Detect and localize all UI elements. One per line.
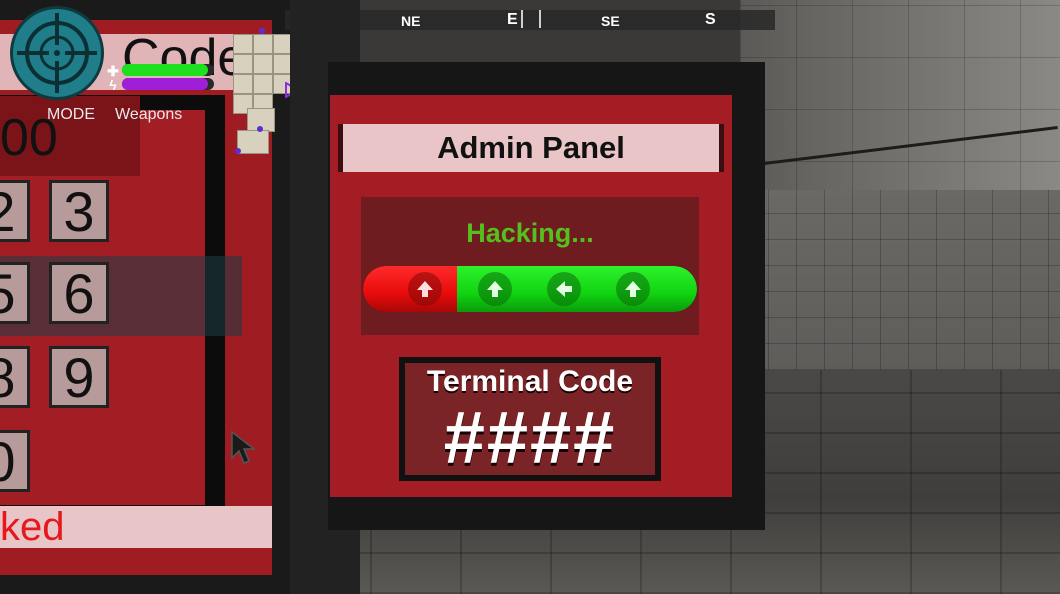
minimap-marker — [257, 126, 263, 132]
keypad-status-text: ked — [0, 505, 65, 549]
up-arrow-icon[interactable] — [616, 272, 650, 306]
minimap-room — [253, 54, 273, 74]
minimap-room — [233, 74, 253, 94]
compass-heading-tick — [539, 10, 541, 28]
compass-label-s: S — [705, 11, 716, 28]
up-arrow-icon[interactable] — [408, 272, 442, 306]
keypad-key-5[interactable]: 5 — [0, 262, 30, 325]
mouse-cursor-icon — [231, 430, 257, 464]
minimap — [233, 28, 299, 155]
hack-progress-track — [363, 266, 697, 312]
admin-panel-title: Admin Panel — [437, 130, 625, 165]
keypad-key-9[interactable]: 9 — [49, 346, 109, 409]
up-arrow-icon[interactable] — [478, 272, 512, 306]
minimap-room — [253, 34, 273, 54]
minimap-room — [253, 74, 273, 94]
energy-bar-fill — [122, 78, 208, 90]
terminal-code-value: #### — [443, 396, 617, 479]
mode-label[interactable]: MODE — [47, 106, 95, 124]
compass-label-e: E — [507, 11, 518, 28]
admin-title-bar: Admin Panel — [338, 124, 724, 172]
keypad-key-0[interactable]: 0 — [0, 430, 30, 493]
minimap-room — [233, 34, 253, 54]
hack-status-text: Hacking... — [466, 218, 594, 248]
health-bar-fill — [122, 64, 208, 76]
keypad-key-3[interactable]: 3 — [49, 180, 109, 243]
crosshair-icon — [10, 6, 104, 100]
keypad-row-highlight — [0, 256, 242, 336]
lightning-icon: ϟ — [109, 77, 117, 93]
minimap-room — [233, 54, 253, 74]
terminal-code-label: Terminal Code — [426, 365, 634, 398]
keypad-key-6[interactable]: 6 — [49, 262, 109, 325]
compass-label-se: SE — [601, 13, 620, 29]
keypad-key-2[interactable]: 2 — [0, 180, 30, 243]
far-wall — [740, 190, 1060, 370]
minimap-marker — [259, 28, 265, 34]
minimap-marker — [235, 148, 241, 154]
health-bar — [122, 64, 214, 76]
plus-icon: ✚ — [107, 63, 119, 79]
energy-bar — [122, 78, 214, 90]
compass-label-ne: NE — [401, 13, 421, 29]
keypad-key-8[interactable]: 8 — [0, 346, 30, 409]
left-arrow-icon[interactable] — [547, 272, 581, 306]
weapons-label[interactable]: Weapons — [115, 106, 182, 124]
minimap-room — [237, 130, 269, 154]
compass-heading-tick — [521, 10, 523, 28]
